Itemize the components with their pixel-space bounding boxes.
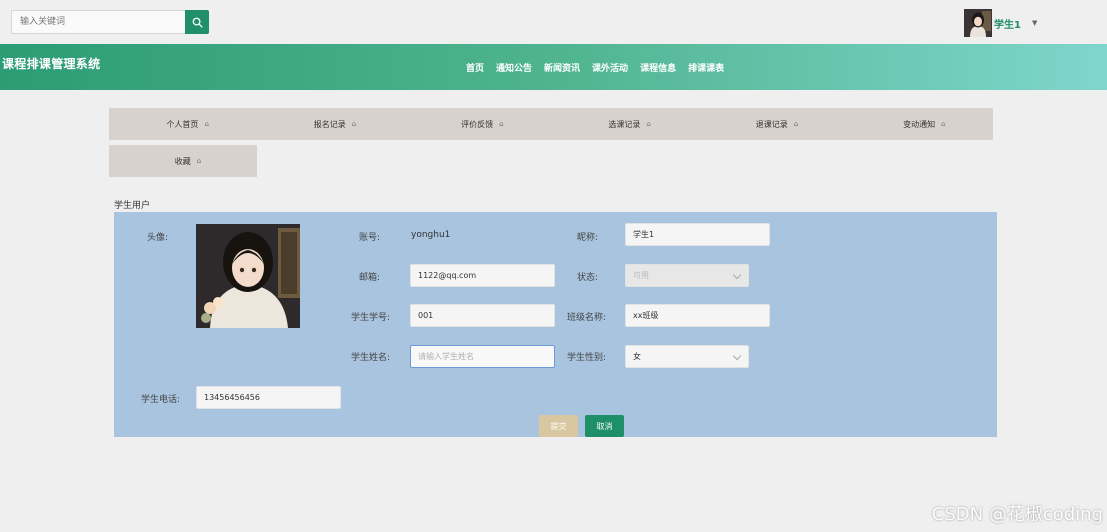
cancel-button[interactable]: 取消 xyxy=(585,415,624,437)
tab-label: 收藏 xyxy=(174,156,191,166)
nickname-label: 昵称: xyxy=(576,233,598,243)
user-name[interactable]: 学生1 xyxy=(994,16,1021,31)
chevron-down-icon xyxy=(732,270,742,280)
user-menu[interactable]: 学生1 ▼ xyxy=(964,8,1037,38)
tab-favorites[interactable]: 收藏 ⌂ xyxy=(109,145,257,177)
home-icon: ⌂ xyxy=(196,157,202,165)
home-icon: ⌂ xyxy=(499,120,504,128)
student-no-field[interactable]: 001 xyxy=(410,304,555,327)
tab-feedback[interactable]: 评价反馈 ⌂ xyxy=(404,108,551,140)
avatar-image[interactable] xyxy=(196,224,300,328)
search-input[interactable] xyxy=(11,10,186,34)
nav-item-courses[interactable]: 课程信息 xyxy=(640,61,676,74)
watermark: CSDN @花椒coding xyxy=(931,504,1103,525)
nav-item-news[interactable]: 新闻资讯 xyxy=(544,61,580,74)
nav-item-notices[interactable]: 通知公告 xyxy=(496,61,532,74)
nav-item-home[interactable]: 首页 xyxy=(466,61,484,74)
status-value: 可用 xyxy=(633,271,649,280)
profile-form: 头像: 账号: yonghu1 昵称: 学生1 邮箱: 1122@qq.com … xyxy=(114,212,997,437)
home-icon: ⌂ xyxy=(793,120,799,128)
account-label: 账号: xyxy=(358,233,380,243)
avatar xyxy=(964,9,992,37)
chevron-down-icon xyxy=(732,351,742,361)
email-label: 邮箱: xyxy=(358,273,380,283)
tab-label: 选课记录 xyxy=(608,119,641,129)
phone-field[interactable]: 13456456456 xyxy=(196,386,341,409)
profile-tabs: 个人首页 ⌂ 报名记录 ⌂ 评价反馈 ⌂ 选课记录 ⌂ 退课记录 ⌂ 变动通知 ⌂ xyxy=(109,108,993,140)
top-bar: 学生1 ▼ xyxy=(0,0,1107,44)
home-icon: ⌂ xyxy=(351,120,357,128)
email-field[interactable]: 1122@qq.com xyxy=(410,264,555,287)
tab-label: 评价反馈 xyxy=(461,119,494,129)
account-value: yonghu1 xyxy=(411,230,451,240)
tab-label: 个人首页 xyxy=(166,119,199,129)
site-title: 课程排课管理系统 xyxy=(2,57,101,71)
nav-item-activities[interactable]: 课外活动 xyxy=(592,61,628,74)
section-title: 学生用户 xyxy=(114,201,151,211)
student-name-field[interactable]: 请输入学生姓名 xyxy=(410,345,555,368)
avatar-label: 头像: xyxy=(146,233,168,243)
status-label: 状态: xyxy=(576,273,598,283)
gender-select[interactable]: 女 xyxy=(625,345,749,368)
home-icon: ⌂ xyxy=(204,120,209,128)
tab-change-notices[interactable]: 变动通知 ⌂ xyxy=(846,108,993,140)
home-icon: ⌂ xyxy=(941,120,946,128)
caret-down-icon[interactable]: ▼ xyxy=(1032,19,1037,27)
tab-label: 变动通知 xyxy=(903,119,936,129)
nav-item-schedule[interactable]: 排课课表 xyxy=(688,61,724,74)
class-label: 班级名称: xyxy=(566,313,606,323)
search-button[interactable] xyxy=(185,10,209,34)
student-name-label: 学生姓名: xyxy=(350,353,390,363)
submit-button[interactable]: 提交 xyxy=(539,415,578,437)
gender-label: 学生性别: xyxy=(566,353,606,363)
student-no-label: 学生学号: xyxy=(350,313,390,323)
class-field[interactable]: xx班级 xyxy=(625,304,770,327)
gender-value: 女 xyxy=(633,352,641,361)
main-nav: 首页 通知公告 新闻资讯 课外活动 课程信息 排课课表 xyxy=(466,61,724,74)
tab-profile-home[interactable]: 个人首页 ⌂ xyxy=(109,108,256,140)
tab-withdraw-records[interactable]: 退课记录 ⌂ xyxy=(698,108,845,140)
tab-selection-records[interactable]: 选课记录 ⌂ xyxy=(551,108,698,140)
tab-registration-records[interactable]: 报名记录 ⌂ xyxy=(256,108,403,140)
home-icon: ⌂ xyxy=(646,120,651,128)
tab-label: 退课记录 xyxy=(755,119,788,129)
site-header: 课程排课管理系统 首页 通知公告 新闻资讯 课外活动 课程信息 排课课表 xyxy=(0,44,1107,90)
nickname-field[interactable]: 学生1 xyxy=(625,223,770,246)
phone-label: 学生电话: xyxy=(140,395,180,405)
tab-label: 报名记录 xyxy=(313,119,346,129)
search-icon xyxy=(192,17,203,28)
status-select[interactable]: 可用 xyxy=(625,264,749,287)
